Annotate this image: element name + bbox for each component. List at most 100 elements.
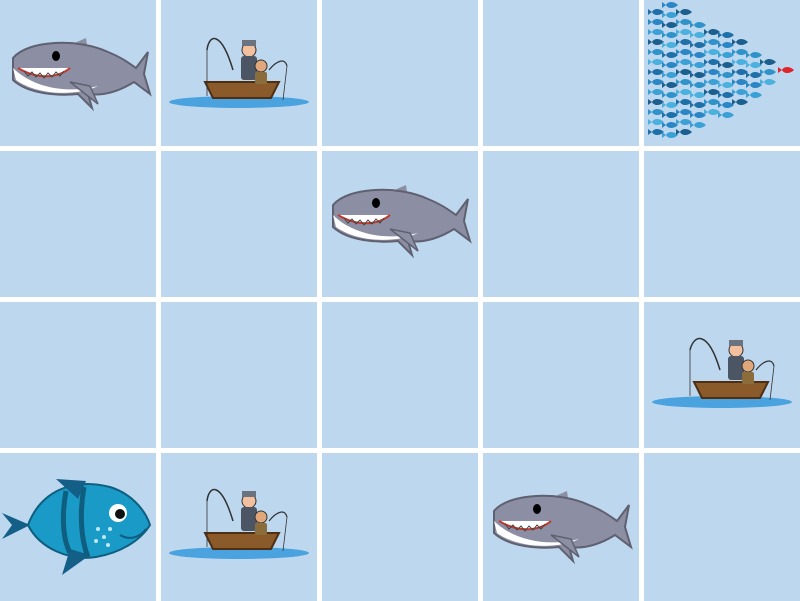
school-fish: [760, 79, 776, 85]
school-fish: [648, 129, 664, 135]
fishermen-boat-icon: [652, 337, 792, 408]
cell-r2-c1[interactable]: [161, 302, 317, 448]
school-fish: [676, 109, 692, 115]
cell-r3-c0[interactable]: [0, 453, 156, 601]
school-fish: [690, 52, 706, 58]
leader-fish: [778, 67, 794, 73]
school-fish: [718, 32, 734, 38]
school-fish: [704, 99, 720, 105]
school-fish: [704, 69, 720, 75]
school-fish: [732, 89, 748, 95]
school-fish: [718, 62, 734, 68]
school-fish: [690, 62, 706, 68]
school-fish: [676, 29, 692, 35]
cell-r2-c4[interactable]: [644, 302, 800, 448]
cell-r1-c0[interactable]: [0, 151, 156, 297]
school-fish: [676, 39, 692, 45]
school-fish: [676, 19, 692, 25]
school-fish: [718, 72, 734, 78]
school-fish: [718, 42, 734, 48]
school-fish: [690, 32, 706, 38]
school-fish: [648, 9, 664, 15]
school-fish: [746, 52, 762, 58]
cell-r1-c1[interactable]: [161, 151, 317, 297]
school-fish: [690, 82, 706, 88]
fishermen-boat-icon: [169, 37, 309, 108]
school-fish: [662, 12, 678, 18]
school-fish: [676, 119, 692, 125]
school-fish: [746, 62, 762, 68]
school-fish: [648, 89, 664, 95]
school-fish: [676, 49, 692, 55]
school-fish: [662, 32, 678, 38]
cell-r3-c3[interactable]: [483, 453, 639, 601]
school-fish: [718, 112, 734, 118]
school-fish: [690, 22, 706, 28]
school-fish: [690, 92, 706, 98]
school-fish: [662, 72, 678, 78]
school-fish: [648, 69, 664, 75]
school-fish: [648, 99, 664, 105]
school-fish: [676, 59, 692, 65]
cell-r3-c2[interactable]: [322, 453, 478, 601]
cell-r0-c4[interactable]: [644, 0, 800, 146]
cell-r3-c4[interactable]: [644, 453, 800, 601]
school-fish: [732, 99, 748, 105]
school-fish: [648, 119, 664, 125]
shark-icon: [12, 38, 152, 112]
game-board: [0, 0, 800, 601]
cell-r2-c0[interactable]: [0, 302, 156, 448]
school-fish: [704, 39, 720, 45]
cell-r0-c2[interactable]: [322, 0, 478, 146]
cell-r0-c1[interactable]: [161, 0, 317, 146]
school-fish: [662, 92, 678, 98]
cell-r2-c3[interactable]: [483, 302, 639, 448]
school-fish: [662, 22, 678, 28]
school-fish: [648, 49, 664, 55]
school-fish: [662, 102, 678, 108]
cell-r1-c2[interactable]: [322, 151, 478, 297]
cell-r3-c1[interactable]: [161, 453, 317, 601]
school-fish: [704, 59, 720, 65]
school-fish: [676, 79, 692, 85]
school-fish: [704, 79, 720, 85]
school-fish: [662, 82, 678, 88]
cell-r1-c4[interactable]: [644, 151, 800, 297]
school-fish: [732, 59, 748, 65]
school-fish: [718, 102, 734, 108]
cell-r0-c3[interactable]: [483, 0, 639, 146]
school-fish: [732, 39, 748, 45]
school-fish: [662, 62, 678, 68]
school-fish: [732, 79, 748, 85]
school-fish: [718, 52, 734, 58]
school-fish: [704, 89, 720, 95]
school-fish: [676, 99, 692, 105]
school-fish: [690, 112, 706, 118]
school-fish: [704, 49, 720, 55]
cell-r0-c0[interactable]: [0, 0, 156, 146]
blue-fish-icon: [2, 479, 152, 575]
school-fish: [648, 29, 664, 35]
school-fish: [690, 42, 706, 48]
school-fish: [648, 39, 664, 45]
school-fish: [662, 112, 678, 118]
school-fish: [662, 52, 678, 58]
cell-r1-c3[interactable]: [483, 151, 639, 297]
school-fish: [690, 102, 706, 108]
school-fish: [648, 109, 664, 115]
school-fish: [746, 72, 762, 78]
school-fish: [718, 82, 734, 88]
school-fish: [732, 49, 748, 55]
shark-icon: [332, 185, 472, 259]
school-fish: [648, 59, 664, 65]
school-fish: [746, 82, 762, 88]
school-fish: [732, 69, 748, 75]
school-fish: [648, 19, 664, 25]
school-fish: [676, 129, 692, 135]
school-fish: [690, 122, 706, 128]
school-fish: [690, 72, 706, 78]
school-fish: [662, 132, 678, 138]
school-fish: [760, 59, 776, 65]
school-fish: [648, 79, 664, 85]
cell-r2-c2[interactable]: [322, 302, 478, 448]
